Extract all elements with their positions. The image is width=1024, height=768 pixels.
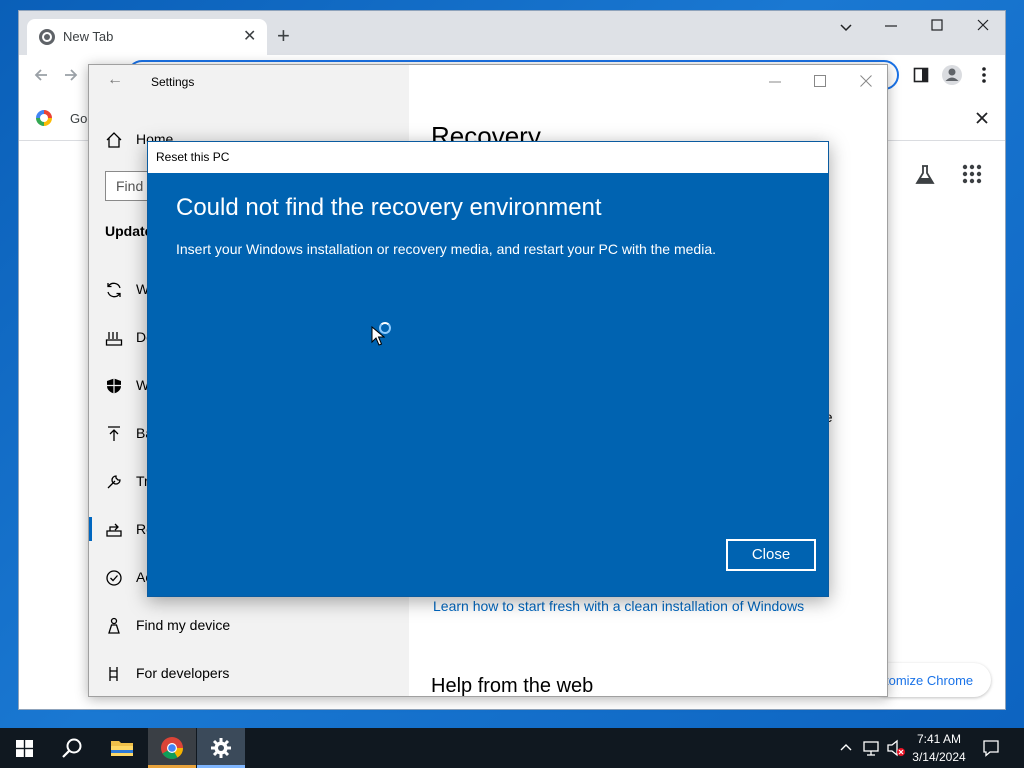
chrome-icon (161, 737, 183, 759)
backup-icon (108, 426, 120, 441)
tab-close-icon[interactable]: ✕ (243, 26, 256, 46)
back-arrow-icon[interactable] (33, 67, 49, 83)
search-placeholder: Find (116, 178, 144, 194)
search-icon (62, 738, 82, 758)
close-button[interactable]: Close (726, 539, 816, 571)
nav-for-developers[interactable]: For developers (89, 651, 409, 699)
clean-install-link[interactable]: Learn how to start fresh with a clean in… (433, 598, 804, 614)
labs-flask-icon[interactable] (913, 163, 937, 187)
profile-avatar-icon[interactable] (941, 64, 963, 86)
taskbar-file-explorer[interactable] (98, 728, 146, 768)
tab-new-tab[interactable]: New Tab ✕ (27, 19, 267, 55)
tab-title: New Tab (63, 29, 114, 44)
chrome-tab-favicon-icon (39, 29, 55, 45)
info-bar-close-icon[interactable] (975, 111, 989, 125)
settings-maximize-icon[interactable] (814, 75, 826, 87)
dialog-window-title: Reset this PC (156, 150, 230, 164)
recovery-icon (106, 523, 122, 537)
mouse-cursor-icon (371, 326, 385, 346)
home-icon (106, 132, 122, 148)
dialog-titlebar: Reset this PC (148, 142, 828, 173)
find-device-icon (108, 617, 120, 634)
settings-back-arrow-icon[interactable]: ← (107, 71, 123, 89)
sync-icon (107, 282, 121, 298)
nav-label: For developers (136, 665, 230, 681)
side-panel-icon[interactable] (913, 67, 929, 83)
customize-chrome-label: tomize Chrome (885, 673, 974, 688)
settings-close-icon[interactable] (860, 75, 872, 87)
activation-icon (106, 570, 122, 586)
gear-icon (211, 738, 231, 758)
settings-minimize-icon[interactable] (769, 81, 781, 83)
settings-window-title: Settings (151, 75, 195, 89)
taskbar-search-button[interactable] (48, 728, 96, 768)
volume-muted-icon[interactable] (886, 739, 906, 757)
developers-icon (109, 667, 118, 681)
tray-chevron-up-icon[interactable] (840, 742, 852, 752)
reset-pc-dialog: Reset this PC Could not find the recover… (147, 141, 829, 597)
nav-find-my-device[interactable]: Find my device (89, 603, 409, 651)
folder-icon (111, 741, 133, 756)
taskbar: 7:41 AM 3/14/2024 (0, 728, 1024, 768)
chrome-close-icon[interactable] (977, 19, 989, 31)
chrome-menu-icon[interactable] (981, 66, 987, 84)
wrench-icon (107, 475, 121, 489)
google-apps-icon[interactable] (962, 164, 982, 184)
shield-icon (107, 378, 121, 394)
customize-chrome-button[interactable]: tomize Chrome (871, 663, 991, 697)
dialog-heading: Could not find the recovery environment (176, 194, 602, 221)
taskbar-settings[interactable] (197, 728, 245, 768)
help-heading: Help from the web (431, 675, 594, 697)
forward-arrow-icon[interactable] (63, 67, 79, 83)
chrome-logo-icon (36, 110, 52, 126)
chrome-minimize-icon[interactable] (885, 25, 897, 29)
clock-time[interactable]: 7:41 AM (904, 732, 974, 746)
delivery-icon (105, 332, 123, 346)
section-heading: Update (105, 223, 153, 239)
network-icon[interactable] (862, 739, 880, 757)
taskbar-chrome[interactable] (148, 728, 196, 768)
nav-label: Find my device (136, 617, 231, 633)
chrome-tab-strip: New Tab ✕ + (19, 11, 1005, 55)
clock-date[interactable]: 3/14/2024 (904, 750, 974, 764)
new-tab-button[interactable]: + (277, 23, 290, 49)
start-button[interactable] (0, 728, 48, 768)
windows-logo-icon (16, 740, 33, 757)
notifications-icon[interactable] (982, 739, 1000, 757)
dialog-message: Insert your Windows installation or reco… (176, 241, 717, 257)
chrome-maximize-icon[interactable] (931, 19, 943, 31)
tab-search-chevron-icon[interactable] (839, 20, 853, 34)
